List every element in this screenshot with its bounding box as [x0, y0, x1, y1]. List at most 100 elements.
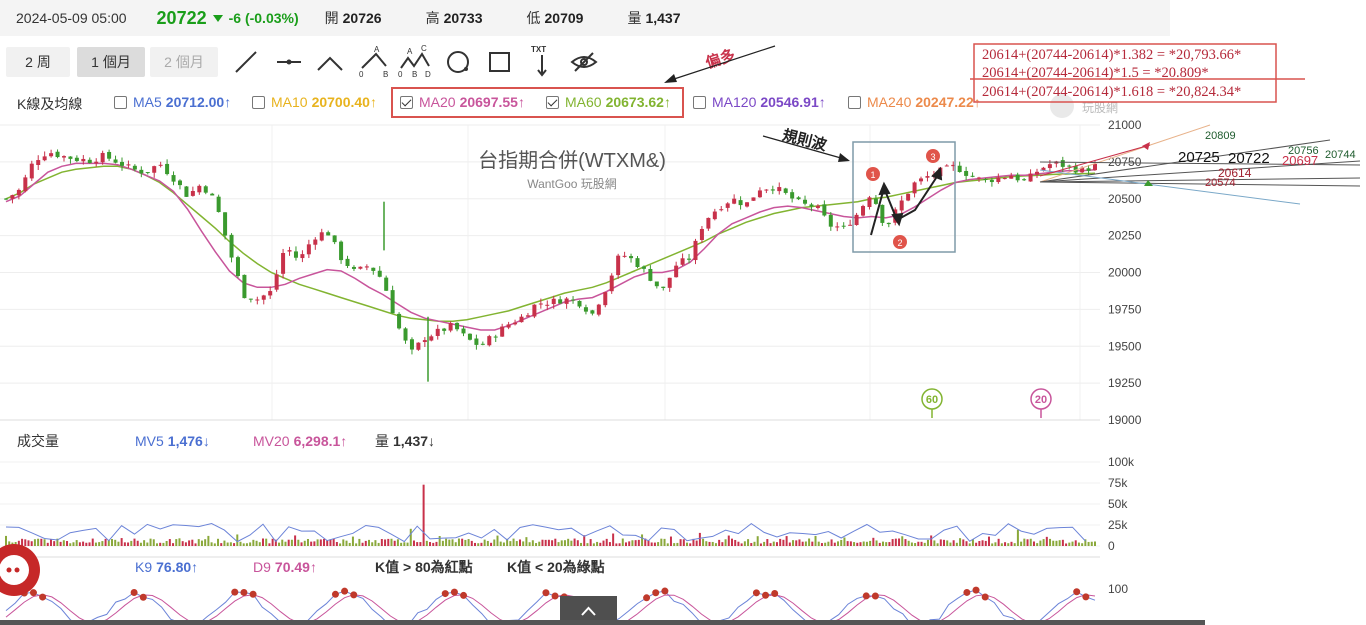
volume-bar	[596, 541, 599, 546]
volume-bar	[1032, 541, 1035, 546]
volume-bar	[400, 542, 403, 546]
volume-bar	[306, 538, 309, 546]
candle-body	[783, 188, 788, 193]
volume-bar	[885, 542, 888, 546]
candle-body	[732, 198, 737, 204]
volume-bar	[795, 540, 798, 546]
candle-body	[803, 199, 808, 204]
volume-bar	[1042, 539, 1045, 546]
volume-bar	[245, 543, 248, 546]
candle-body	[1086, 168, 1091, 171]
volume-bar	[817, 541, 820, 546]
candle-body	[474, 338, 479, 345]
volume-bar	[429, 542, 432, 546]
volume-bar	[1094, 541, 1096, 546]
volume-bar	[772, 541, 775, 546]
volume-bar	[878, 542, 881, 546]
candle-body	[467, 333, 472, 340]
volume-bar	[740, 543, 743, 546]
volume-bar	[525, 537, 528, 546]
volume-bar	[271, 538, 274, 546]
candle-body	[525, 315, 530, 317]
wave-path	[870, 166, 943, 236]
volume-bar	[284, 541, 287, 546]
volume-bar	[563, 540, 566, 546]
price-tick: 20250	[1108, 229, 1142, 243]
candle-body	[738, 200, 743, 206]
regular-wave-label: 規則波	[781, 126, 830, 155]
candle-body	[326, 232, 331, 236]
volume-bar	[268, 543, 271, 546]
volume-bar	[811, 541, 814, 546]
volume-bar	[657, 542, 660, 546]
volume-bar	[474, 542, 477, 546]
volume-bar	[339, 543, 342, 546]
candle-body	[42, 156, 47, 161]
volume-bar	[666, 543, 669, 546]
volume-bar	[875, 540, 878, 546]
volume-bar	[1026, 539, 1029, 546]
volume-bar	[59, 541, 62, 546]
volume-bar	[695, 540, 698, 546]
volume-bar	[608, 542, 611, 546]
volume-bar	[69, 543, 72, 546]
volume-bar	[184, 542, 187, 546]
volume-bar	[348, 542, 351, 546]
volume-bar	[515, 541, 518, 546]
volume-bar	[560, 540, 563, 546]
candle-body	[693, 240, 698, 261]
volume-bar	[1036, 543, 1039, 546]
volume-bar	[589, 539, 592, 546]
candle-body	[919, 178, 924, 182]
right-price-labels: 2080920756 2074420725 20722 206972061420574	[1178, 130, 1356, 189]
candle-body	[912, 182, 917, 194]
volume-bar	[849, 541, 852, 546]
volume-tick: 25k	[1108, 518, 1128, 532]
kd-red-dot	[762, 591, 770, 599]
volume-bar	[557, 542, 560, 546]
volume-bar	[265, 538, 268, 546]
candle-body	[867, 197, 872, 208]
right-price-label: 20809	[1205, 130, 1236, 142]
watermark-subtitle: WantGoo 玩股網	[527, 177, 617, 191]
candle-body	[796, 197, 801, 200]
kd-red-dot	[752, 589, 760, 597]
volume-bar	[1090, 541, 1093, 546]
candle-body	[654, 281, 659, 287]
volume-bar	[40, 538, 43, 546]
candle-body	[293, 251, 298, 258]
volume-bar	[364, 540, 367, 546]
candle-body	[835, 226, 840, 228]
candle-body	[757, 190, 762, 198]
price-tick: 19750	[1108, 302, 1142, 316]
floating-chat-icon[interactable]	[0, 544, 40, 596]
candle-body	[171, 175, 176, 182]
volume-bar	[962, 539, 965, 546]
volume-bar	[759, 543, 762, 546]
mv5-legend: MV5 1,476↓	[135, 433, 210, 449]
volume-bar	[814, 535, 817, 546]
volume-bar	[483, 539, 486, 546]
volume-bar	[592, 543, 595, 546]
volume-bar	[808, 538, 811, 546]
volume-bar	[846, 541, 849, 546]
candle-body	[16, 189, 21, 196]
candle-body	[841, 225, 846, 227]
bottom-scrollbar[interactable]	[0, 620, 1205, 625]
volume-bar	[1061, 539, 1064, 546]
right-price-label: 20722	[1228, 150, 1270, 167]
candle-body	[113, 159, 118, 163]
volume-bar	[686, 542, 689, 546]
kd-red-dot	[981, 593, 989, 601]
candle-body	[641, 266, 646, 269]
candle-body	[906, 193, 911, 201]
kd-red-dot	[130, 589, 138, 597]
candle-body	[10, 195, 15, 199]
volume-bar	[1007, 543, 1010, 546]
right-price-label: 20744	[1325, 149, 1356, 161]
volume-bar	[345, 540, 348, 546]
candle-body	[873, 198, 878, 204]
volume-bar	[281, 539, 284, 546]
candle-body	[983, 178, 988, 180]
volume-bar	[551, 540, 554, 546]
